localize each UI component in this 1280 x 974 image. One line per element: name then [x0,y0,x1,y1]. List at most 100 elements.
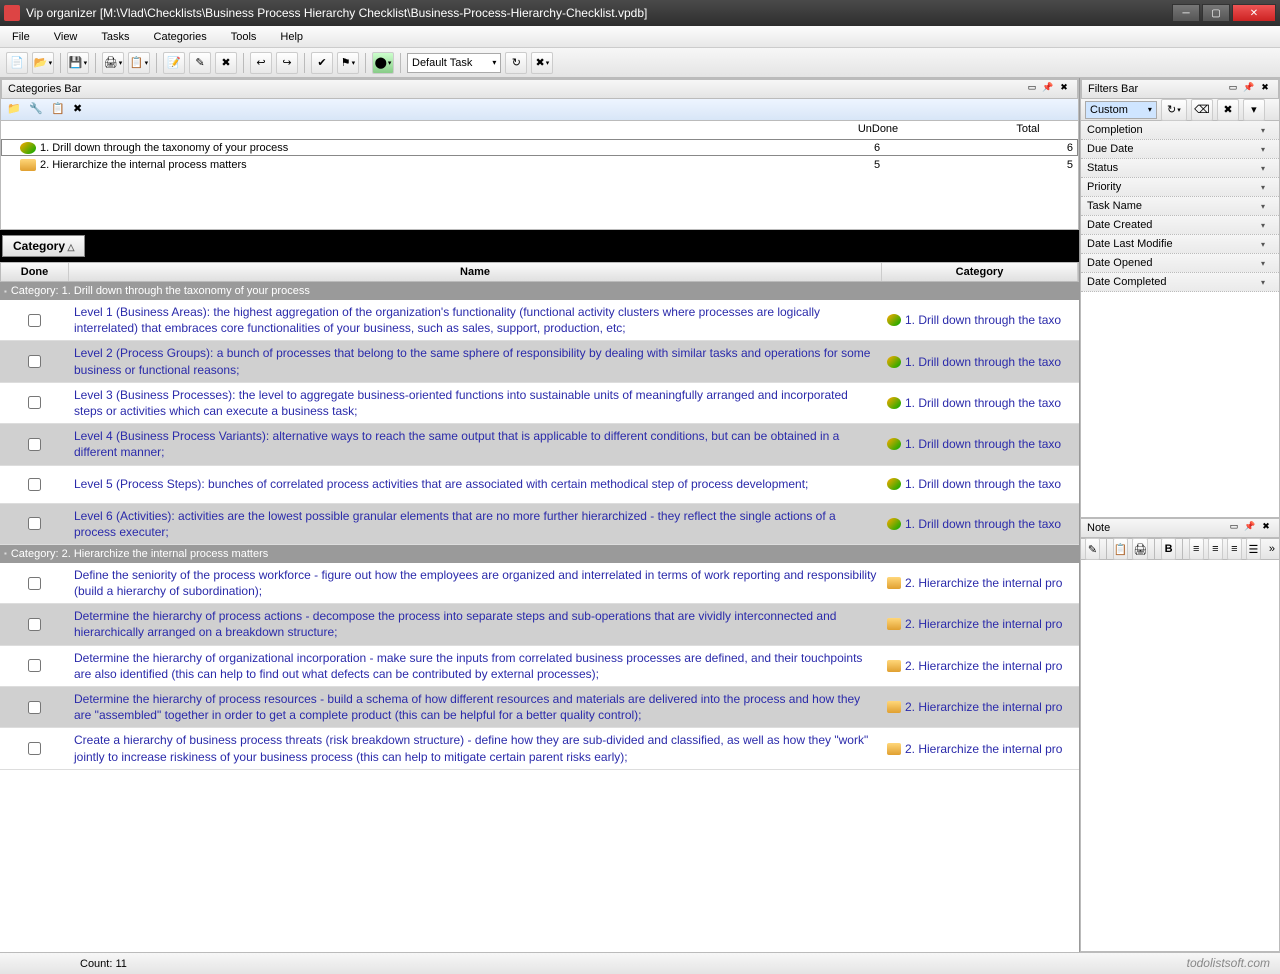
task-row[interactable]: Determine the hierarchy of process actio… [0,604,1079,645]
panel-pin-icon[interactable]: 📌 [1041,82,1055,96]
done-checkbox[interactable] [28,618,41,631]
menu-categories[interactable]: Categories [148,29,213,45]
new-task-icon[interactable]: 📝 [163,52,185,74]
undo-icon[interactable]: ↩ [250,52,272,74]
done-checkbox[interactable] [28,355,41,368]
done-checkbox[interactable] [28,659,41,672]
edit-task-icon[interactable]: ✎ [189,52,211,74]
filter-row[interactable]: Priority▾ [1081,178,1279,197]
new-file-icon[interactable]: 📄 [6,52,28,74]
filter-erase-icon[interactable]: ⌫ [1191,99,1213,121]
minimize-button[interactable]: ─ [1172,4,1200,22]
panel-close-icon[interactable]: ✖ [1259,521,1273,535]
note-text-area[interactable] [1080,560,1280,952]
task-row[interactable]: Level 5 (Process Steps): bunches of corr… [0,466,1079,504]
filter-row[interactable]: Date Last Modifie▾ [1081,235,1279,254]
menu-help[interactable]: Help [274,29,309,45]
dropdown-icon[interactable]: ▾ [1261,240,1273,249]
cat-delete-icon[interactable]: ✖ [73,102,89,118]
col-category[interactable]: Category [882,263,1078,281]
note-align-center-icon[interactable]: ≡ [1208,538,1223,560]
col-name[interactable]: Name [69,263,882,281]
filter-row[interactable]: Due Date▾ [1081,140,1279,159]
task-row[interactable]: Level 1 (Business Areas): the highest ag… [0,300,1079,341]
menu-view[interactable]: View [48,29,84,45]
done-checkbox[interactable] [28,742,41,755]
dropdown-icon[interactable]: ▾ [1261,183,1273,192]
note-copy-icon[interactable]: 📋 [1113,538,1129,560]
filter-row[interactable]: Task Name▾ [1081,197,1279,216]
print-icon[interactable]: 🖨 [102,52,124,74]
note-list-icon[interactable]: ☰ [1246,538,1261,560]
filter-apply-icon[interactable]: ↻ [1161,99,1187,121]
done-checkbox[interactable] [28,577,41,590]
task-row[interactable]: Create a hierarchy of business process t… [0,728,1079,769]
filter-icon[interactable]: ⬤ [372,52,394,74]
panel-dock-icon[interactable]: ▭ [1227,521,1241,535]
done-checkbox[interactable] [28,701,41,714]
delete-task-icon[interactable]: ✖ [215,52,237,74]
filter-combo[interactable]: Custom▾ [1085,101,1157,119]
group-header[interactable]: Category: 1. Drill down through the taxo… [0,282,1079,300]
note-expand-icon[interactable]: » [1269,543,1275,555]
default-task-combo[interactable]: Default Task▾ [407,53,501,73]
dropdown-icon[interactable]: ▾ [1261,259,1273,268]
open-icon[interactable]: 📂 [32,52,54,74]
note-print-icon[interactable]: 🖨 [1132,538,1148,560]
panel-pin-icon[interactable]: 📌 [1242,82,1256,96]
filter-row[interactable]: Status▾ [1081,159,1279,178]
dropdown-icon[interactable]: ▾ [1261,202,1273,211]
note-align-right-icon[interactable]: ≡ [1227,538,1242,560]
task-row[interactable]: Level 4 (Business Process Variants): alt… [0,424,1079,465]
note-edit-icon[interactable]: ✎ [1085,538,1100,560]
maximize-button[interactable]: ▢ [1202,4,1230,22]
task-row[interactable]: Level 2 (Process Groups): a bunch of pro… [0,341,1079,382]
menu-file[interactable]: File [6,29,36,45]
task-row[interactable]: Level 6 (Activities): activities are the… [0,504,1079,545]
task-row[interactable]: Define the seniority of the process work… [0,563,1079,604]
clear-icon[interactable]: ✖ [531,52,553,74]
dropdown-icon[interactable]: ▾ [1261,221,1273,230]
redo-icon[interactable]: ↪ [276,52,298,74]
panel-close-icon[interactable]: ✖ [1057,82,1071,96]
group-chip-category[interactable]: Category [2,235,85,257]
refresh-icon[interactable]: ↻ [505,52,527,74]
filter-clear-icon[interactable]: ✖ [1217,99,1239,121]
dropdown-icon[interactable]: ▾ [1261,278,1273,287]
check-icon[interactable]: ✔ [311,52,333,74]
task-row[interactable]: Determine the hierarchy of organizationa… [0,646,1079,687]
cat-props-icon[interactable]: 📋 [51,102,67,118]
done-checkbox[interactable] [28,478,41,491]
filter-row[interactable]: Date Created▾ [1081,216,1279,235]
group-header[interactable]: Category: 2. Hierarchize the internal pr… [0,545,1079,563]
done-checkbox[interactable] [28,517,41,530]
note-bold-icon[interactable]: B [1161,538,1176,560]
note-align-left-icon[interactable]: ≡ [1189,538,1204,560]
filter-row[interactable]: Date Completed▾ [1081,273,1279,292]
task-row[interactable]: Level 3 (Business Processes): the level … [0,383,1079,424]
export-icon[interactable]: 📋 [128,52,150,74]
dropdown-icon[interactable]: ▾ [1261,145,1273,154]
panel-pin-icon[interactable]: 📌 [1243,521,1257,535]
close-button[interactable]: ✕ [1232,4,1276,22]
dropdown-icon[interactable]: ▾ [1261,126,1273,135]
task-row[interactable]: Determine the hierarchy of process resou… [0,687,1079,728]
filter-row[interactable]: Date Opened▾ [1081,254,1279,273]
save-icon[interactable]: 💾 [67,52,89,74]
filter-more-icon[interactable]: ▾ [1243,99,1265,121]
cat-edit-icon[interactable]: 🔧 [29,102,45,118]
panel-dock-icon[interactable]: ▭ [1226,82,1240,96]
menu-tools[interactable]: Tools [225,29,263,45]
category-row[interactable]: 2. Hierarchize the internal process matt… [1,156,1078,173]
col-done[interactable]: Done [1,263,69,281]
menu-tasks[interactable]: Tasks [95,29,135,45]
done-checkbox[interactable] [28,396,41,409]
panel-close-icon[interactable]: ✖ [1258,82,1272,96]
dropdown-icon[interactable]: ▾ [1261,164,1273,173]
done-checkbox[interactable] [28,314,41,327]
panel-dock-icon[interactable]: ▭ [1025,82,1039,96]
cat-new-icon[interactable]: 📁 [7,102,23,118]
category-row[interactable]: 1. Drill down through the taxonomy of yo… [1,139,1078,156]
done-checkbox[interactable] [28,438,41,451]
filter-row[interactable]: Completion▾ [1081,121,1279,140]
